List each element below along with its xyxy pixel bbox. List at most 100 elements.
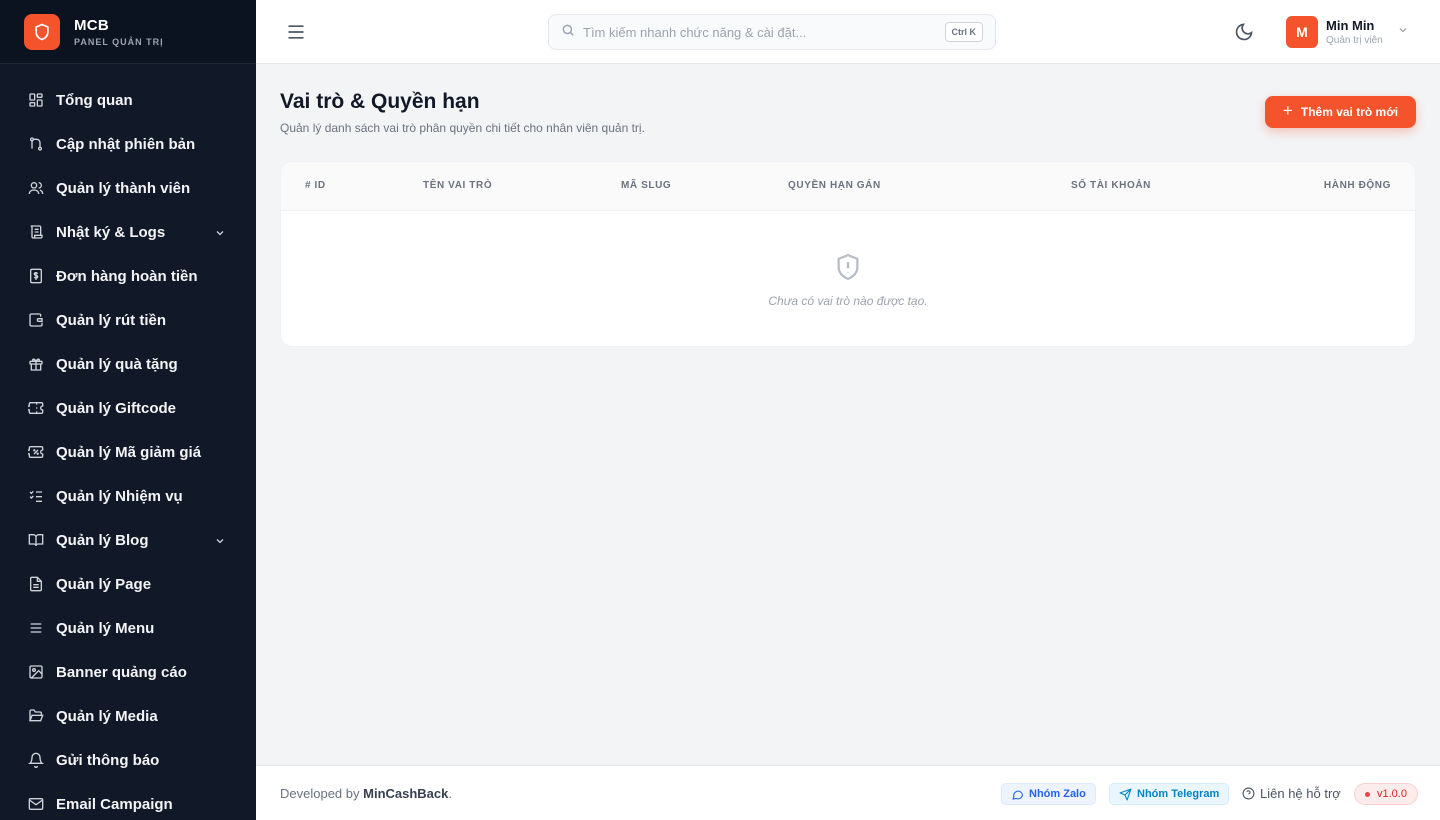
add-role-button-label: Thêm vai trò mới	[1300, 105, 1399, 119]
sidebar-item-refund-orders[interactable]: Đơn hàng hoàn tiền	[0, 254, 256, 298]
menu-lines-icon	[28, 620, 44, 636]
sidebar-item-label: Quản lý Mã giảm giá	[56, 443, 202, 461]
users-icon	[28, 180, 44, 196]
mail-icon	[28, 796, 44, 812]
sidebar-item-giftcode[interactable]: Quản lý Giftcode	[0, 386, 256, 430]
support-link[interactable]: Liên hệ hỗ trợ	[1242, 786, 1341, 801]
support-label: Liên hệ hỗ trợ	[1260, 786, 1341, 801]
sidebar-item-media[interactable]: Quản lý Media	[0, 694, 256, 738]
dashboard-icon	[28, 92, 44, 108]
sidebar: MCB PANEL QUẢN TRỊ Tổng quan Cập nhật ph…	[0, 0, 256, 820]
roles-table-card: # ID TÊN VAI TRÒ MÃ SLUG QUYỀN HẠN GÁN S…	[280, 161, 1416, 347]
top-header: Ctrl K M Min Min Quản trị viên	[256, 0, 1440, 64]
sidebar-item-label: Banner quảng cáo	[56, 663, 187, 681]
wallet-icon	[28, 312, 44, 328]
chat-bubble-icon	[1012, 790, 1023, 800]
sidebar-item-label: Nhật ký & Logs	[56, 223, 166, 241]
main-content: Vai trò & Quyền hạn Quản lý danh sách va…	[256, 64, 1440, 765]
sidebar-item-coupons[interactable]: Quản lý Mã giảm giá	[0, 430, 256, 474]
search-input[interactable]	[583, 24, 923, 40]
scroll-icon	[28, 224, 44, 240]
developer-credit: Developed by MinCashBack.	[280, 786, 452, 801]
checklist-icon	[28, 488, 44, 504]
moon-icon[interactable]	[1234, 22, 1256, 44]
sidebar-item-label: Đơn hàng hoàn tiền	[56, 267, 198, 285]
user-name: Min Min	[1326, 18, 1375, 33]
sidebar-item-pages[interactable]: Quản lý Page	[0, 562, 256, 606]
sidebar-item-logs[interactable]: Nhật ký & Logs	[0, 210, 256, 254]
column-header-slug[interactable]: MÃ SLUG	[621, 180, 671, 191]
gift-icon	[28, 356, 44, 372]
receipt-dollar-icon	[28, 268, 44, 284]
empty-state: Chưa có vai trò nào được tạo.	[281, 251, 1415, 308]
sidebar-item-banners[interactable]: Banner quảng cáo	[0, 650, 256, 694]
sidebar-nav: Tổng quan Cập nhật phiên bản Quản lý thà…	[0, 64, 256, 820]
sidebar-item-withdrawals[interactable]: Quản lý rút tiền	[0, 298, 256, 342]
column-header-account-count[interactable]: SỐ TÀI KHOẢN	[1071, 180, 1151, 191]
brand-subtitle: PANEL QUẢN TRỊ	[74, 36, 164, 47]
column-header-role-name[interactable]: TÊN VAI TRÒ	[423, 180, 492, 191]
empty-state-text: Chưa có vai trò nào được tạo.	[768, 294, 928, 308]
keyboard-shortcut-badge: Ctrl K	[944, 22, 983, 42]
column-header-actions[interactable]: HÀNH ĐỘNG	[1324, 180, 1391, 191]
user-menu[interactable]: M Min Min Quản trị viên	[1286, 16, 1409, 48]
status-dot	[1365, 791, 1370, 797]
search-box[interactable]: Ctrl K	[548, 14, 996, 50]
developer-name[interactable]: MinCashBack	[363, 786, 448, 801]
sidebar-item-email-campaign[interactable]: Email Campaign	[0, 782, 256, 820]
sidebar-item-label: Quản lý Nhiệm vụ	[56, 487, 183, 505]
telegram-group-link[interactable]: Nhóm Telegram	[1109, 783, 1230, 805]
sidebar-item-menus[interactable]: Quản lý Menu	[0, 606, 256, 650]
shield-alert-icon	[833, 251, 863, 283]
sidebar-item-version-update[interactable]: Cập nhật phiên bản	[0, 122, 256, 166]
version-label: v1.0.0	[1377, 788, 1407, 800]
ticket-icon	[28, 400, 44, 416]
sidebar-item-label: Quản lý Giftcode	[56, 399, 177, 417]
sidebar-item-blog[interactable]: Quản lý Blog	[0, 518, 256, 562]
page-title: Vai trò & Quyền hạn	[280, 90, 480, 113]
search-icon	[561, 23, 575, 42]
sidebar-item-dashboard[interactable]: Tổng quan	[0, 78, 256, 122]
sidebar-item-label: Cập nhật phiên bản	[56, 135, 196, 153]
sidebar-item-label: Email Campaign	[56, 795, 173, 813]
sidebar-item-label: Quản lý Media	[56, 707, 158, 725]
column-header-permissions[interactable]: QUYỀN HẠN GÁN	[788, 180, 881, 191]
avatar: M	[1286, 16, 1318, 48]
developer-prefix: Developed by	[280, 786, 360, 801]
hamburger-menu-icon[interactable]	[286, 22, 306, 42]
sidebar-item-label: Quản lý rút tiền	[56, 311, 167, 329]
coupon-icon	[28, 444, 44, 460]
table-header: # ID TÊN VAI TRÒ MÃ SLUG QUYỀN HẠN GÁN S…	[281, 162, 1415, 211]
sidebar-item-gifts[interactable]: Quản lý quà tặng	[0, 342, 256, 386]
sidebar-item-label: Tổng quan	[56, 91, 133, 109]
chevron-down-icon	[214, 226, 226, 238]
version-badge: v1.0.0	[1354, 783, 1418, 805]
image-icon	[28, 664, 44, 680]
zalo-label: Nhóm Zalo	[1029, 788, 1086, 800]
sidebar-item-label: Gửi thông báo	[56, 751, 160, 769]
chevron-down-icon	[1397, 23, 1409, 41]
sidebar-item-tasks[interactable]: Quản lý Nhiệm vụ	[0, 474, 256, 518]
brand[interactable]: MCB PANEL QUẢN TRỊ	[0, 0, 256, 64]
sidebar-item-members[interactable]: Quản lý thành viên	[0, 166, 256, 210]
brand-name: MCB	[74, 16, 110, 34]
plus-icon: +	[1282, 101, 1293, 120]
developer-suffix: .	[448, 786, 452, 801]
user-role: Quản trị viên	[1326, 35, 1383, 46]
sidebar-item-label: Quản lý thành viên	[56, 179, 191, 197]
sidebar-item-notifications[interactable]: Gửi thông báo	[0, 738, 256, 782]
book-open-icon	[28, 532, 44, 548]
zalo-group-link[interactable]: Nhóm Zalo	[1001, 783, 1096, 805]
telegram-label: Nhóm Telegram	[1137, 788, 1220, 800]
column-header-id[interactable]: # ID	[305, 180, 326, 191]
bell-icon	[28, 752, 44, 768]
page-subtitle: Quản lý danh sách vai trò phân quyền chi…	[280, 121, 645, 135]
git-branch-icon	[28, 136, 44, 152]
send-icon	[1119, 788, 1132, 800]
sidebar-item-label: Quản lý Menu	[56, 619, 155, 637]
add-role-button[interactable]: + Thêm vai trò mới	[1265, 96, 1416, 128]
help-circle-icon	[1242, 787, 1255, 800]
chevron-down-icon	[214, 534, 226, 546]
footer: Developed by MinCashBack. Nhóm Zalo Nhóm…	[256, 765, 1440, 820]
sidebar-item-label: Quản lý Page	[56, 575, 152, 593]
